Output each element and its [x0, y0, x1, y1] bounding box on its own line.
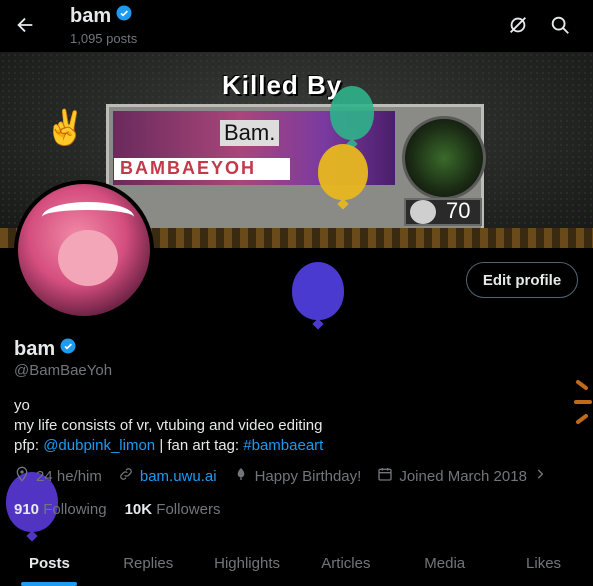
banner-score: 70: [446, 198, 471, 223]
banner-nuke-icon: [402, 116, 486, 200]
fanart-hashtag-link[interactable]: #bambaeart: [243, 437, 323, 454]
post-count: 1,095 posts: [70, 31, 138, 46]
website-link[interactable]: bam.uwu.ai: [140, 468, 217, 485]
tab-media[interactable]: Media: [395, 540, 494, 586]
joined-text: Joined March 2018: [399, 467, 527, 485]
no-notifications-icon[interactable]: [506, 13, 530, 37]
tab-posts[interactable]: Posts: [0, 540, 99, 586]
profile-handle: @BamBaeYoh: [14, 362, 113, 379]
back-arrow-icon[interactable]: [12, 12, 38, 38]
location-icon: [14, 466, 30, 486]
profile-name: bam: [14, 337, 77, 361]
avatar[interactable]: [14, 180, 154, 320]
top-bar: bam 1,095 posts: [0, 0, 593, 52]
birthday-text: Happy Birthday!: [254, 467, 362, 485]
search-icon[interactable]: [548, 13, 572, 37]
bio-line: yo: [14, 397, 30, 414]
pfp-mention-link[interactable]: @dubpink_limon: [43, 437, 155, 454]
header-name: bam: [70, 4, 112, 27]
birthday-item: Happy Birthday!: [233, 466, 362, 486]
bio-fanart-prefix: | fan art tag:: [155, 437, 244, 454]
followers-count: 10K: [124, 501, 153, 518]
pronouns-text: 24 he/him: [36, 467, 102, 485]
header-title: bam: [70, 4, 133, 28]
joined-item: Joined March 2018: [377, 466, 547, 486]
skull-icon: [410, 200, 436, 224]
following-label: Following: [43, 501, 107, 518]
tab-replies[interactable]: Replies: [99, 540, 198, 586]
tab-articles[interactable]: Articles: [296, 540, 395, 586]
banner-killed-text: Killed By: [222, 70, 343, 100]
birthday-icon: [233, 466, 249, 486]
chevron-right-icon[interactable]: [533, 467, 547, 485]
following-link[interactable]: 910 Following: [14, 501, 107, 518]
followers-label: Followers: [156, 501, 221, 518]
display-name: bam: [14, 337, 56, 360]
bio-pfp-prefix: pfp:: [14, 437, 44, 454]
profile-meta: 24 he/him bam.uwu.ai Happy Birthday! Joi…: [14, 466, 547, 486]
avatar-face: [58, 230, 118, 286]
bio-line: my life consists of vr, vtubing and vide…: [14, 417, 323, 434]
tab-likes[interactable]: Likes: [494, 540, 593, 586]
verified-badge-icon: [115, 4, 133, 28]
balloon-icon: [292, 262, 344, 320]
banner-card-name: Bam.: [220, 120, 280, 146]
decorative-rays-icon: [574, 380, 592, 424]
profile-bio: yo my life consists of vr, vtubing and v…: [14, 396, 323, 456]
followers-link[interactable]: 10K Followers: [125, 501, 221, 518]
bio-line: pfp: @dubpink_limon | fan art tag: #bamb…: [14, 436, 323, 456]
link-icon: [118, 466, 134, 486]
verified-badge-icon: [59, 337, 77, 361]
balloon-icon: [330, 86, 374, 140]
banner-hand-icon: ✌: [44, 109, 87, 147]
website-item[interactable]: bam.uwu.ai: [118, 466, 217, 486]
banner-card-tag: BAMBAEYOH: [120, 158, 257, 178]
following-count: 910: [14, 501, 40, 518]
profile-tabs: Posts Replies Highlights Articles Media …: [0, 540, 593, 586]
edit-profile-button[interactable]: Edit profile: [466, 262, 578, 298]
calendar-icon: [377, 466, 393, 486]
avatar-ears: [42, 202, 134, 232]
pronouns-item: 24 he/him: [14, 466, 102, 486]
balloon-icon: [318, 144, 368, 200]
follow-stats: 910 Following 10K Followers: [14, 501, 220, 518]
tab-highlights[interactable]: Highlights: [198, 540, 297, 586]
